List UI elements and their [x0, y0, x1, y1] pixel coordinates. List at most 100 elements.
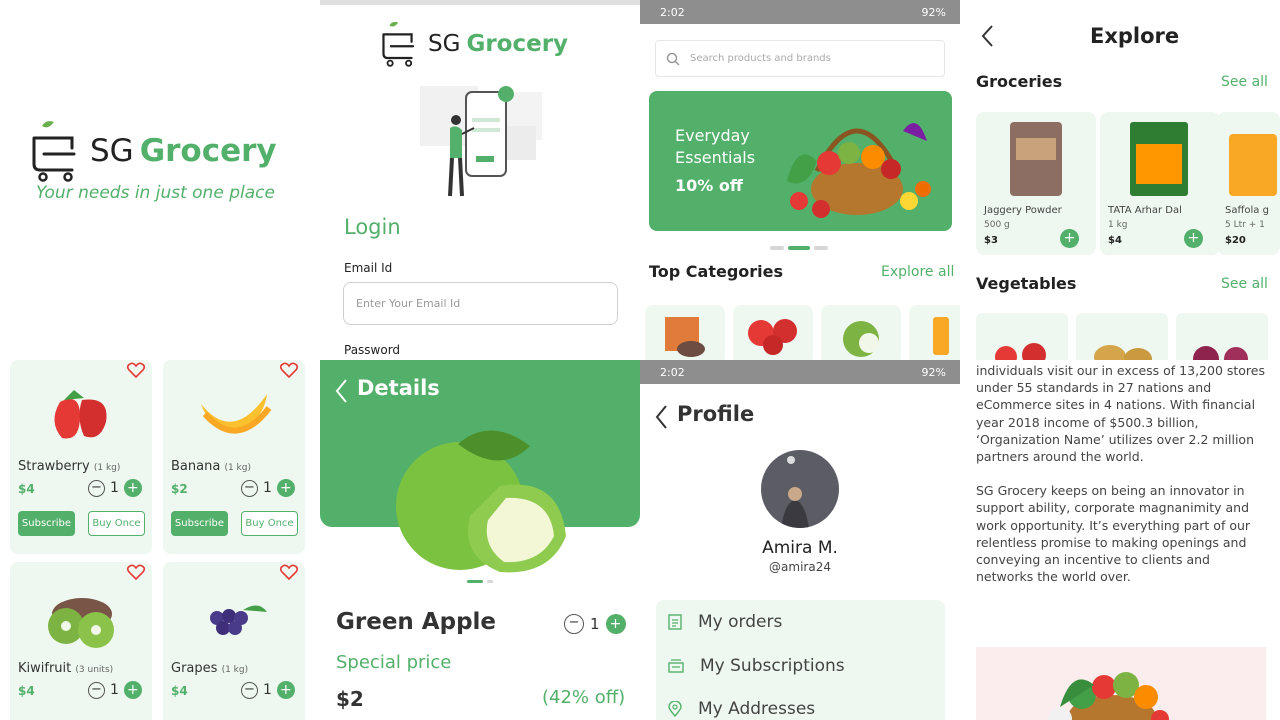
back-arrow-icon[interactable] — [654, 404, 668, 430]
back-arrow-icon[interactable] — [334, 378, 348, 404]
add-to-cart-button[interactable]: + — [1060, 229, 1079, 248]
product-price: $4 — [18, 482, 35, 496]
promo-banner[interactable]: Everyday Essentials 10% off — [649, 91, 952, 231]
vegetable-basket-image — [976, 647, 1266, 720]
category-tile[interactable] — [821, 305, 901, 360]
status-battery: 92% — [921, 5, 946, 19]
heart-icon[interactable] — [280, 362, 298, 378]
oil-can-image — [1229, 134, 1277, 196]
product-qty: 5 Ltr + 1 — [1225, 220, 1265, 230]
groceries-title: Groceries — [976, 72, 1063, 91]
heart-icon[interactable] — [127, 362, 145, 378]
category-tile[interactable] — [645, 305, 725, 360]
increment-button[interactable]: + — [605, 614, 626, 634]
status-battery: 92% — [921, 365, 946, 379]
cart-logo-icon — [32, 121, 76, 182]
product-price: $4 — [171, 684, 188, 698]
heart-icon[interactable] — [280, 564, 298, 580]
potato-image — [1094, 345, 1152, 360]
product-card[interactable]: Grapes (1 kg) $4 − 1 + — [163, 562, 305, 720]
location-pin-icon — [668, 701, 682, 717]
email-input[interactable]: Enter Your Email Id — [343, 282, 618, 325]
increment-button[interactable]: + — [276, 681, 295, 699]
buy-once-button[interactable]: Buy Once — [241, 511, 298, 536]
decrement-button[interactable]: − — [564, 614, 584, 634]
vegetable-tile[interactable] — [1176, 313, 1268, 360]
brand-grocery: Grocery — [139, 133, 277, 169]
increment-button[interactable]: + — [123, 479, 142, 497]
about-screen: individuals visit our in excess of 13,20… — [960, 360, 1280, 720]
explore-all-link[interactable]: Explore all — [881, 264, 954, 280]
product-name: Kiwifruit (3 units) — [18, 661, 114, 676]
carousel-dot-active[interactable] — [788, 246, 810, 250]
product-name: Saffola g — [1225, 205, 1269, 216]
top-categories-title: Top Categories — [649, 262, 784, 281]
quantity-stepper: − 1 + — [564, 614, 626, 634]
splash-logo: SG Grocery — [32, 120, 277, 182]
heart-icon[interactable] — [127, 564, 145, 580]
menu-item-subscriptions[interactable]: My Subscriptions — [668, 656, 845, 676]
subscribe-button[interactable]: Subscribe — [171, 511, 228, 536]
add-to-cart-button[interactable]: + — [1184, 229, 1203, 248]
groceries-image — [665, 317, 705, 357]
profile-name: Amira M. — [762, 538, 838, 558]
menu-item-label: My Subscriptions — [700, 656, 845, 676]
product-card[interactable]: Saffola g 5 Ltr + 1 $20 — [1217, 112, 1280, 255]
increment-button[interactable]: + — [276, 479, 295, 497]
menu-item-orders[interactable]: My orders — [668, 612, 782, 632]
status-time: 2:02 — [660, 365, 685, 379]
decrement-button[interactable]: − — [88, 681, 105, 699]
special-price-label: Special price — [336, 652, 452, 673]
dal-pack-image — [1130, 122, 1188, 196]
see-all-link[interactable]: See all — [1221, 276, 1268, 292]
quantity-value: 1 — [263, 682, 272, 698]
product-price: $4 — [1108, 235, 1122, 246]
page-title: Explore — [1090, 24, 1180, 48]
carousel-dot[interactable] — [487, 580, 493, 583]
tagline: Your needs in just one place — [36, 183, 275, 203]
product-price: $2 — [171, 482, 188, 496]
carousel-dot-active[interactable] — [467, 580, 483, 583]
email-label: Email Id — [344, 261, 393, 275]
vegetable-tile[interactable] — [976, 313, 1068, 360]
product-title: Green Apple — [336, 609, 497, 635]
product-card[interactable]: Strawberry (1 kg) $4 − 1 + Subscribe Buy… — [10, 360, 152, 554]
search-input[interactable]: Search products and brands — [655, 40, 945, 77]
email-placeholder: Enter Your Email Id — [356, 297, 461, 310]
buy-once-button[interactable]: Buy Once — [88, 511, 145, 536]
avatar[interactable] — [761, 450, 839, 528]
carousel-dot[interactable] — [770, 246, 784, 250]
carousel-dot[interactable] — [814, 246, 828, 250]
home-screen: 2:02 92% Search products and brands Ever… — [640, 0, 960, 360]
subscribe-button[interactable]: Subscribe — [18, 511, 75, 536]
product-qty: 500 g — [984, 220, 1010, 230]
increment-button[interactable]: + — [123, 681, 142, 699]
product-card[interactable]: Kiwifruit (3 units) $4 − 1 + — [10, 562, 152, 720]
quantity-stepper: − 1 + — [241, 681, 295, 699]
see-all-link[interactable]: See all — [1221, 74, 1268, 90]
product-card[interactable]: Banana (1 kg) $2 − 1 + Subscribe Buy Onc… — [163, 360, 305, 554]
quantity-value: 1 — [590, 615, 600, 633]
decrement-button[interactable]: − — [241, 681, 258, 699]
product-card[interactable]: TATA Arhar Dal 1 kg $4 + — [1100, 112, 1220, 255]
product-card[interactable]: Jaggery Powder 500 g $3 + — [976, 112, 1096, 255]
category-tile[interactable] — [909, 305, 960, 360]
back-arrow-icon[interactable] — [980, 24, 994, 48]
kiwi-image — [48, 598, 114, 648]
green-apple-image — [396, 430, 566, 573]
login-logo: SG Grocery — [382, 20, 568, 68]
menu-item-addresses[interactable]: My Addresses — [668, 699, 815, 719]
vegetable-tile[interactable] — [1076, 313, 1168, 360]
status-bar: 2:02 92% — [640, 360, 960, 384]
status-bar: 2:02 92% — [640, 0, 960, 24]
page-title: Profile — [677, 402, 755, 426]
quantity-stepper: − 1 + — [88, 479, 142, 497]
banner-title: Everyday Essentials — [675, 126, 756, 167]
menu-item-label: My Addresses — [698, 699, 816, 719]
cart-logo-icon — [382, 21, 415, 67]
brand-sg: SG — [90, 133, 134, 169]
decrement-button[interactable]: − — [88, 479, 105, 497]
decrement-button[interactable]: − — [241, 479, 258, 497]
category-tile[interactable] — [733, 305, 813, 360]
quantity-stepper: − 1 + — [88, 681, 142, 699]
